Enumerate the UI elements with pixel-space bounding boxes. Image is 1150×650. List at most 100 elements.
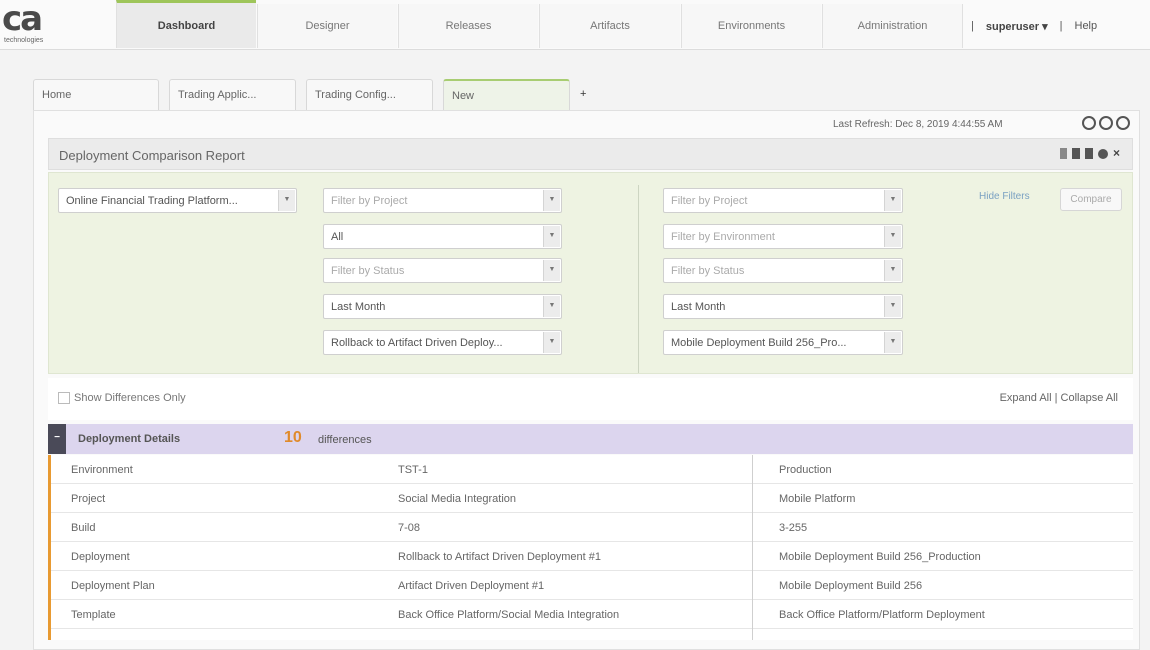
right-deployment-select[interactable]: Mobile Deployment Build 256_Pro... ▼ — [663, 330, 903, 355]
right-value: Mobile Platform — [779, 493, 856, 505]
nav-tab-artifacts[interactable]: Artifacts — [539, 4, 680, 48]
logo-brand: ca — [2, 0, 43, 39]
show-differences-only: Show Differences Only — [58, 392, 186, 404]
field-label: Environment — [71, 464, 133, 476]
table-row: Deployment Plan Artifact Driven Deployme… — [51, 571, 1133, 600]
group-title: Deployment Details — [78, 433, 181, 445]
chevron-down-icon: ▼ — [884, 260, 901, 281]
settings-icon[interactable] — [1097, 149, 1108, 159]
chevron-down-icon: ▼ — [543, 260, 560, 281]
logo-subtitle: technologies — [4, 37, 44, 44]
left-period-filter-value: Last Month — [331, 301, 386, 313]
refresh-controls — [1082, 116, 1130, 130]
help-link[interactable]: Help — [1075, 20, 1098, 32]
left-value: Social Media Integration — [398, 493, 517, 505]
chevron-down-icon: ▼ — [884, 296, 901, 317]
chevron-down-icon: ▼ — [543, 332, 560, 353]
refresh-icon[interactable] — [1082, 116, 1096, 130]
user-menu[interactable]: superuser ▾ — [986, 20, 1048, 33]
top-navigation: ca technologies Dashboard Designer Relea… — [0, 0, 1150, 50]
left-value: Artifact Driven Deployment #1 — [398, 580, 545, 592]
right-environment-filter-value: Filter by Environment — [671, 231, 775, 243]
user-bar: | superuser ▾ | Help — [962, 4, 1150, 48]
filter-divider — [638, 185, 639, 373]
separator: | — [1059, 20, 1063, 32]
table-row: Template Back Office Platform/Social Med… — [51, 600, 1133, 629]
refresh-icon[interactable] — [1059, 148, 1067, 159]
column-divider — [752, 455, 753, 640]
comparison-table: Environment TST-1 Production Project Soc… — [48, 455, 1133, 640]
chevron-down-icon: ▼ — [543, 190, 560, 211]
difference-count: 10 — [284, 429, 302, 446]
collapse-toggle-button[interactable]: − — [48, 424, 66, 454]
left-environment-filter[interactable]: All ▼ — [323, 224, 562, 249]
field-label: Build — [71, 522, 96, 534]
nav-tab-releases[interactable]: Releases — [398, 4, 538, 48]
compare-button[interactable]: Compare — [1060, 188, 1122, 211]
right-status-filter-value: Filter by Status — [671, 265, 745, 277]
page-tab-trading-application[interactable]: Trading Applic... — [169, 79, 296, 110]
right-period-filter[interactable]: Last Month ▼ — [663, 294, 903, 319]
close-icon[interactable]: × — [1113, 147, 1120, 159]
deployment-details-group[interactable]: − Deployment Details 10 differences — [48, 424, 1133, 454]
delete-icon[interactable] — [1084, 148, 1093, 159]
right-value: 3-255 — [779, 522, 808, 534]
globe-icon[interactable] — [1099, 116, 1113, 130]
application-select[interactable]: Online Financial Trading Platform... ▼ — [58, 188, 297, 213]
chevron-down-icon: ▼ — [543, 296, 560, 317]
left-status-filter-value: Filter by Status — [331, 265, 405, 277]
left-value: Rollback to Artifact Driven Deployment #… — [398, 551, 601, 563]
hide-filters-link[interactable]: Hide Filters — [979, 191, 1030, 202]
page-tab-trading-config[interactable]: Trading Config... — [306, 79, 433, 110]
field-label: Deployment Plan — [71, 580, 155, 592]
field-label: Project — [71, 493, 106, 505]
report-toolbar: × — [1059, 147, 1120, 159]
difference-count-label: differences — [318, 434, 372, 446]
nav-tab-dashboard[interactable]: Dashboard — [116, 0, 256, 48]
right-value: Mobile Deployment Build 256_Production — [779, 551, 981, 563]
right-project-filter-value: Filter by Project — [671, 195, 748, 207]
left-deployment-select[interactable]: Rollback to Artifact Driven Deploy... ▼ — [323, 330, 562, 355]
right-value: Mobile Deployment Build 256 — [779, 580, 923, 592]
chevron-down-icon: ▼ — [884, 190, 901, 211]
chevron-down-icon: ▼ — [543, 226, 560, 247]
nav-tab-administration[interactable]: Administration — [822, 4, 962, 48]
right-deployment-select-value: Mobile Deployment Build 256_Pro... — [671, 337, 847, 349]
expand-collapse-links[interactable]: Expand All | Collapse All — [1000, 392, 1118, 404]
page-tab-new[interactable]: New — [443, 79, 570, 110]
settings-icon[interactable] — [1116, 116, 1130, 130]
left-status-filter[interactable]: Filter by Status ▼ — [323, 258, 562, 283]
right-period-filter-value: Last Month — [671, 301, 726, 313]
last-refresh-text: Last Refresh: Dec 8, 2019 4:44:55 AM — [833, 119, 1003, 130]
left-value: TST-1 — [398, 464, 428, 476]
right-environment-filter[interactable]: Filter by Environment ▼ — [663, 224, 903, 249]
show-differences-checkbox[interactable] — [58, 392, 70, 404]
right-status-filter[interactable]: Filter by Status ▼ — [663, 258, 903, 283]
table-row: Deployment Rollback to Artifact Driven D… — [51, 542, 1133, 571]
application-select-value: Online Financial Trading Platform... — [66, 195, 238, 207]
report-title: Deployment Comparison Report — [59, 148, 245, 163]
nav-tab-environments[interactable]: Environments — [681, 4, 821, 48]
left-value: 7-08 — [398, 522, 421, 534]
add-tab-button[interactable]: + — [580, 88, 586, 100]
right-project-filter[interactable]: Filter by Project ▼ — [663, 188, 903, 213]
left-environment-filter-value: All — [331, 231, 344, 243]
table-row: Environment TST-1 Production — [51, 455, 1133, 484]
separator: | — [971, 20, 974, 32]
table-row: Project Social Media Integration Mobile … — [51, 484, 1133, 513]
page-tab-home[interactable]: Home — [33, 79, 159, 110]
chevron-down-icon: ▼ — [278, 190, 295, 211]
right-value: Production — [779, 464, 832, 476]
nav-tab-designer[interactable]: Designer — [257, 4, 397, 48]
chevron-down-icon: ▼ — [884, 226, 901, 247]
print-icon[interactable] — [1071, 148, 1080, 159]
report-header: Deployment Comparison Report × — [48, 138, 1133, 170]
left-period-filter[interactable]: Last Month ▼ — [323, 294, 562, 319]
chevron-down-icon: ▼ — [884, 332, 901, 353]
field-label: Template — [71, 609, 116, 621]
differences-toolbar — [48, 378, 1133, 420]
ca-logo[interactable]: ca technologies — [2, 2, 62, 48]
field-label: Deployment — [71, 551, 130, 563]
left-project-filter[interactable]: Filter by Project ▼ — [323, 188, 562, 213]
left-value: Back Office Platform/Social Media Integr… — [398, 609, 620, 621]
